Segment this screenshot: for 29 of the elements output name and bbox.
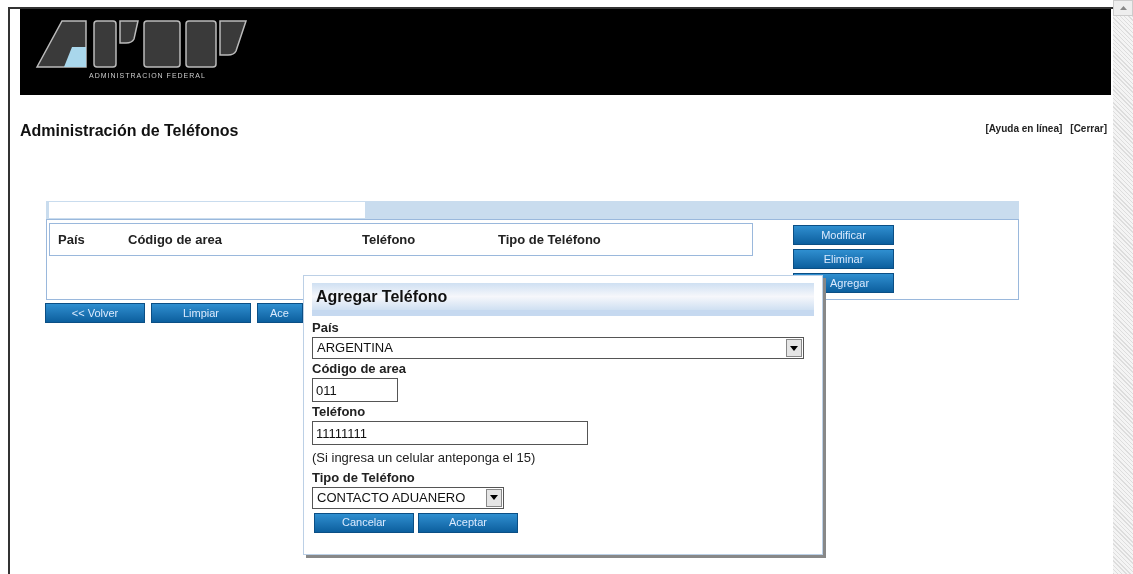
field-label: Teléfono: [312, 404, 367, 420]
hint-text: (Si ingresa un celular anteponga el 15): [312, 449, 537, 467]
nav-button[interactable]: Limpiar: [151, 303, 251, 323]
nav-button[interactable]: << Volver: [45, 303, 145, 323]
header-link[interactable]: [Cerrar]: [1070, 121, 1107, 136]
text-field[interactable]: 011: [312, 378, 398, 402]
dropdown-field[interactable]: CONTACTO ADUANERO: [312, 486, 504, 509]
page-title: Administración de Teléfonos: [20, 121, 239, 141]
column-header: Código de area: [128, 230, 223, 249]
field-label: País: [312, 320, 340, 336]
action-button[interactable]: Modificar: [793, 225, 894, 245]
scroll-up-icon[interactable]: [1119, 6, 1127, 10]
column-header: Teléfono: [362, 230, 417, 249]
dialog-button[interactable]: Cancelar: [314, 512, 414, 533]
column-header: Tipo de Teléfono: [498, 230, 602, 249]
scrollbar[interactable]: [1113, 0, 1133, 574]
dropdown-field[interactable]: ARGENTINA: [312, 337, 804, 359]
field-label: Tipo de Teléfono: [312, 469, 416, 486]
text-field[interactable]: 11111111: [312, 421, 588, 445]
field-label: Código de area: [312, 361, 407, 377]
nav-button[interactable]: Ace: [257, 303, 303, 323]
dropdown-caret-icon[interactable]: [786, 339, 802, 357]
action-button[interactable]: Eliminar: [793, 249, 894, 269]
column-header: País: [58, 230, 86, 249]
dialog-button[interactable]: Aceptar: [418, 512, 518, 533]
logo-icon: [34, 17, 249, 69]
header-link[interactable]: [Ayuda en línea]: [985, 121, 1063, 136]
dialog-title: Agregar Teléfono: [312, 283, 814, 316]
dropdown-caret-icon[interactable]: [486, 488, 502, 507]
